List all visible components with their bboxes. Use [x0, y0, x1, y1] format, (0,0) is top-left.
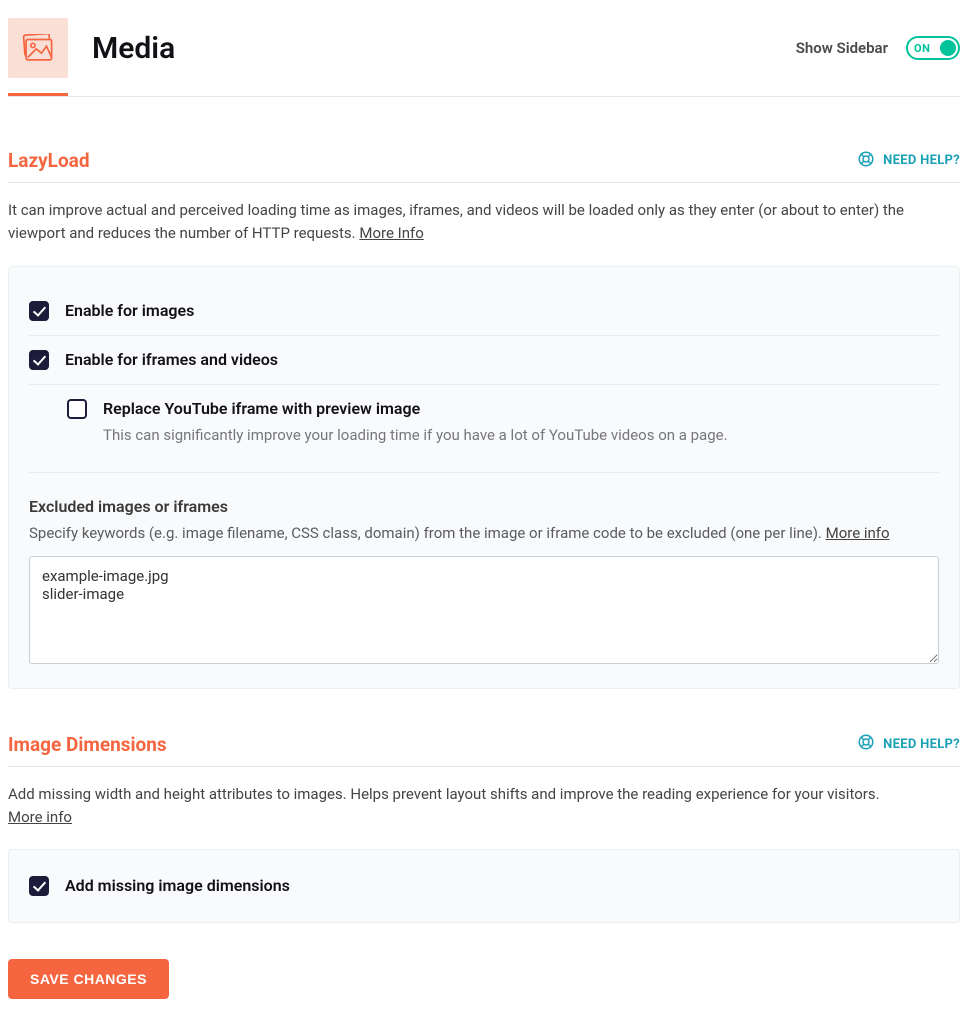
dimensions-panel: Add missing image dimensions — [8, 849, 960, 923]
checkbox-enable-iframes[interactable] — [29, 350, 49, 370]
label-enable-iframes: Enable for iframes and videos — [65, 350, 939, 369]
excluded-label: Excluded images or iframes — [29, 497, 939, 516]
dimensions-desc: Add missing width and height attributes … — [8, 783, 960, 830]
label-enable-images: Enable for images — [65, 301, 939, 320]
checkbox-add-dimensions[interactable] — [29, 876, 49, 896]
section-lazyload: LazyLoad NEED HELP? It can improve actua… — [8, 149, 960, 689]
save-changes-button[interactable]: SAVE CHANGES — [8, 959, 169, 999]
excluded-desc: Specify keywords (e.g. image filename, C… — [29, 524, 939, 542]
label-youtube-preview: Replace YouTube iframe with preview imag… — [103, 399, 939, 418]
excluded-field: Excluded images or iframes Specify keywo… — [29, 497, 939, 668]
section-header: LazyLoad NEED HELP? — [8, 149, 960, 183]
section-title-dimensions: Image Dimensions — [8, 733, 167, 756]
section-header: Image Dimensions NEED HELP? — [8, 733, 960, 767]
lifebuoy-icon — [857, 150, 875, 172]
show-sidebar-toggle[interactable]: ON — [906, 36, 960, 60]
lifebuoy-icon — [857, 733, 875, 755]
media-icon — [8, 18, 68, 78]
option-add-dimensions: Add missing image dimensions — [29, 870, 939, 902]
help-label: NEED HELP? — [883, 153, 960, 168]
divider — [29, 472, 939, 473]
help-link-lazyload[interactable]: NEED HELP? — [857, 150, 960, 172]
section-title-lazyload: LazyLoad — [8, 149, 90, 172]
checkbox-enable-images[interactable] — [29, 301, 49, 321]
section-image-dimensions: Image Dimensions NEED HELP? Add missing … — [8, 733, 960, 924]
excluded-textarea[interactable] — [29, 556, 939, 664]
more-info-link[interactable]: More Info — [359, 224, 423, 242]
lazyload-desc: It can improve actual and perceived load… — [8, 199, 960, 246]
lazyload-panel: Enable for images Enable for iframes and… — [8, 266, 960, 689]
more-info-link-excluded[interactable]: More info — [826, 524, 890, 542]
option-enable-images: Enable for images — [29, 287, 939, 335]
help-link-dimensions[interactable]: NEED HELP? — [857, 733, 960, 755]
toggle-knob — [940, 40, 956, 56]
label-add-dimensions: Add missing image dimensions — [65, 876, 939, 895]
show-sidebar-label: Show Sidebar — [796, 39, 888, 57]
toggle-on-text: ON — [914, 42, 930, 55]
help-label: NEED HELP? — [883, 737, 960, 752]
option-youtube-preview: Replace YouTube iframe with preview imag… — [29, 384, 939, 458]
checkbox-youtube-preview[interactable] — [67, 399, 87, 419]
page-header: Media Show Sidebar ON — [8, 10, 960, 97]
option-enable-iframes: Enable for iframes and videos — [29, 335, 939, 384]
page-title: Media — [92, 31, 175, 66]
help-youtube-preview: This can significantly improve your load… — [103, 426, 939, 444]
more-info-link-dimensions[interactable]: More info — [8, 808, 72, 826]
sidebar-toggle-group: Show Sidebar ON — [796, 36, 960, 60]
